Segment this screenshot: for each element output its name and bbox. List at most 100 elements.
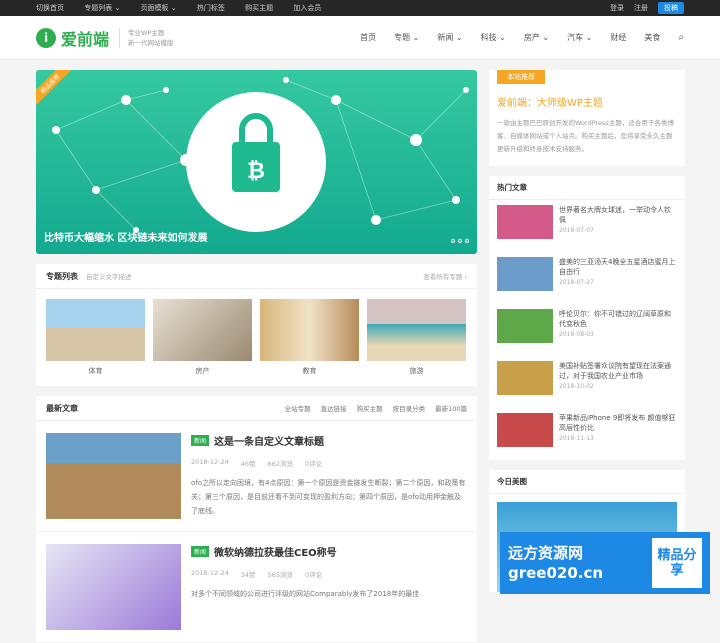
hot-item-title: 苹果新品iPhone 9即将发布 颜值够狂高层性价比 (559, 414, 676, 432)
recommend-label: 本站推荐 (497, 70, 545, 84)
nav-food[interactable]: 美食 (644, 32, 660, 43)
topic-label: 教育 (302, 367, 317, 375)
hot-thumb (497, 413, 553, 447)
recommend-title[interactable]: 爱前端：大师级WP主题 (497, 94, 677, 109)
post-likes: 46赞 (240, 460, 256, 468)
post-views: 565浏览 (267, 571, 293, 579)
topics-card: 专题列表 自定义文字描述 查看所有专题 › 体育 房产 教育 旅游 (36, 264, 477, 386)
hot-thumb (497, 309, 553, 343)
hot-thumb (497, 205, 553, 239)
post-thumbnail[interactable] (46, 433, 181, 519)
slogan-line-1: 专业WP主题 (128, 28, 165, 37)
search-icon[interactable]: ⌕ (678, 32, 684, 43)
post-item[interactable]: 新闻 微软纳德拉获最佳CEO称号 2018-12-24 34赞 565浏览 0评论 对多… (36, 532, 477, 643)
hot-item[interactable]: 呼伦贝尔：你不可错过的辽阔草原和代变秋色 2018-08-03 (489, 304, 685, 356)
top-link-join[interactable]: 加入会员 (293, 4, 321, 12)
post-date: 2018-12-24 (191, 458, 229, 466)
hot-item-title: 呼伦贝尔：你不可错过的辽阔草原和代变秋色 (559, 310, 671, 328)
tab-direct-links[interactable]: 直达链接 (321, 403, 347, 413)
latest-posts: 最新文章 全站专题 直达链接 购买主题 按目录分类 最新100篇 新闻 这是一条自… (36, 396, 477, 643)
hot-item[interactable]: 美国补贴签署众议院有望现在法案通过，对于我国农业产业市场 2018-10-02 (489, 356, 685, 408)
logo[interactable]: i 爱前端 (36, 26, 109, 50)
today-title: 今日美图 (489, 470, 685, 494)
post-title[interactable]: 微软纳德拉获最佳CEO称号 (214, 544, 337, 559)
recommend-box: 本站推荐 爱前端：大师级WP主题 一款由主题巴巴原创开发的WordPress主题… (489, 70, 685, 166)
post-excerpt: 对多个不同领域的公司进行评级的网站Comparably发布了2018年的最佳 (191, 590, 420, 598)
hot-item-title: 世界著名大牌女球迷，一举动令人钦佩 (559, 206, 671, 224)
hot-item-date: 2018-07-07 (559, 227, 594, 234)
hot-thumb (497, 361, 553, 395)
logo-text: 爱前端 (61, 29, 110, 49)
nav-auto[interactable]: 汽车 ⌄ (567, 32, 592, 43)
topic-item[interactable]: 教育 (260, 299, 359, 376)
topics-title: 专题列表 (46, 271, 78, 281)
tab-all-topics[interactable]: 全站专题 (285, 403, 311, 413)
nav-finance[interactable]: 财经 (610, 32, 626, 43)
hot-item-title: 美国补贴签署众议院有望现在法案通过，对于我国农业产业市场 (559, 362, 671, 380)
post-views: 662浏览 (267, 460, 293, 468)
hot-posts: 热门文章 世界著名大牌女球迷，一举动令人钦佩 2018-07-07 盛美的三亚汤天… (489, 176, 685, 460)
hot-item[interactable]: 世界著名大牌女球迷，一举动令人钦佩 2018-07-07 (489, 200, 685, 252)
nav-tech[interactable]: 科技 ⌄ (481, 32, 506, 43)
post-comments: 0评论 (304, 460, 323, 468)
nav-topics[interactable]: 专题 ⌄ (394, 32, 419, 43)
top-link-topics[interactable]: 专题列表 ⌄ (84, 4, 120, 12)
topic-item[interactable]: 房产 (153, 299, 252, 376)
contribute-button[interactable]: 投稿 (658, 2, 684, 14)
topic-item[interactable]: 旅游 (367, 299, 466, 376)
post-excerpt: ofo之所以走向困境，有4点原因：第一个原因是资金链发生断裂；第二个原因，和政策… (191, 479, 466, 515)
topic-label: 体育 (88, 367, 103, 375)
post-item[interactable]: 新闻 这是一条自定义文章标题 2018-12-24 46赞 662浏览 0评论 ofo之… (36, 421, 477, 532)
post-date: 2018-12-24 (191, 569, 229, 577)
nav-realty[interactable]: 房产 ⌄ (524, 32, 549, 43)
nav-home[interactable]: 首页 (360, 32, 376, 43)
topic-label: 旅游 (409, 367, 424, 375)
top-link-home[interactable]: 切换首页 (36, 4, 64, 12)
top-bar: 切换首页 专题列表 ⌄ 页面模板 ⌄ 热门标签 购买主题 加入会员 登录 注册 … (0, 0, 720, 16)
hot-thumb (497, 257, 553, 291)
hot-item-date: 2018-07-27 (559, 279, 594, 286)
watermark-badge: 精品分享 (652, 538, 702, 588)
nav-news[interactable]: 新闻 ⌄ (437, 32, 462, 43)
slider-dots[interactable] (451, 239, 469, 243)
hero-slider[interactable]: ₿ 精品推荐 比特币大幅缩水 区块链未来如何发展 (36, 70, 477, 254)
logo-icon: i (36, 27, 56, 48)
top-link-tags[interactable]: 热门标签 (197, 4, 225, 12)
hot-item-date: 2018-11-13 (559, 435, 594, 442)
login-link[interactable]: 登录 (610, 3, 624, 13)
topic-image (367, 299, 466, 361)
hero-caption[interactable]: 比特币大幅缩水 区块链未来如何发展 (44, 229, 207, 244)
post-tag: 新闻 (191, 435, 210, 446)
hot-item-date: 2018-10-02 (559, 383, 594, 390)
hot-item-title: 盛美的三亚汤天4晚全五星酒店蜜月上自由行 (559, 258, 676, 276)
top-links: 切换首页 专题列表 ⌄ 页面模板 ⌄ 热门标签 购买主题 加入会员 (36, 3, 339, 13)
post-comments: 0评论 (304, 571, 323, 579)
topic-label: 房产 (195, 367, 210, 375)
tab-buy-theme[interactable]: 购买主题 (357, 403, 383, 413)
topics-more-link[interactable]: 查看所有专题 › (423, 271, 467, 281)
tab-categories[interactable]: 按目录分类 (393, 403, 426, 413)
site-header: i 爱前端 专业WP主题 新一代网站模版 首页 专题 ⌄ 新闻 ⌄ 科技 ⌄ 房… (0, 16, 720, 60)
hot-item[interactable]: 苹果新品iPhone 9即将发布 颜值够狂高层性价比 2018-11-13 (489, 408, 685, 460)
svg-text:₿: ₿ (247, 159, 265, 184)
post-likes: 34赞 (240, 571, 256, 579)
top-link-templates[interactable]: 页面模板 ⌄ (141, 4, 177, 12)
hot-item[interactable]: 盛美的三亚汤天4晚全五星酒店蜜月上自由行 2018-07-27 (489, 252, 685, 304)
post-title[interactable]: 这是一条自定义文章标题 (214, 433, 324, 448)
post-tag: 新闻 (191, 546, 210, 557)
top-link-buy[interactable]: 购买主题 (245, 4, 273, 12)
slogan: 专业WP主题 新一代网站模版 (119, 27, 174, 48)
topics-subtitle: 自定义文字描述 (86, 273, 132, 281)
watermark: 远方资源网 gree020.cn 精品分享 (500, 532, 710, 594)
slogan-line-2: 新一代网站模版 (128, 38, 174, 47)
post-thumbnail[interactable] (46, 544, 181, 630)
hot-title: 热门文章 (489, 176, 685, 200)
network-graphic: ₿ (52, 77, 469, 233)
topic-image (153, 299, 252, 361)
main-nav: 首页 专题 ⌄ 新闻 ⌄ 科技 ⌄ 房产 ⌄ 汽车 ⌄ 财经 美食 ⌕ (360, 32, 684, 43)
watermark-line-1: 远方资源网 (508, 544, 584, 562)
topic-item[interactable]: 体育 (46, 299, 145, 376)
register-link[interactable]: 注册 (634, 3, 648, 13)
tab-latest-100[interactable]: 最新100篇 (435, 403, 467, 413)
latest-title: 最新文章 (46, 403, 78, 413)
